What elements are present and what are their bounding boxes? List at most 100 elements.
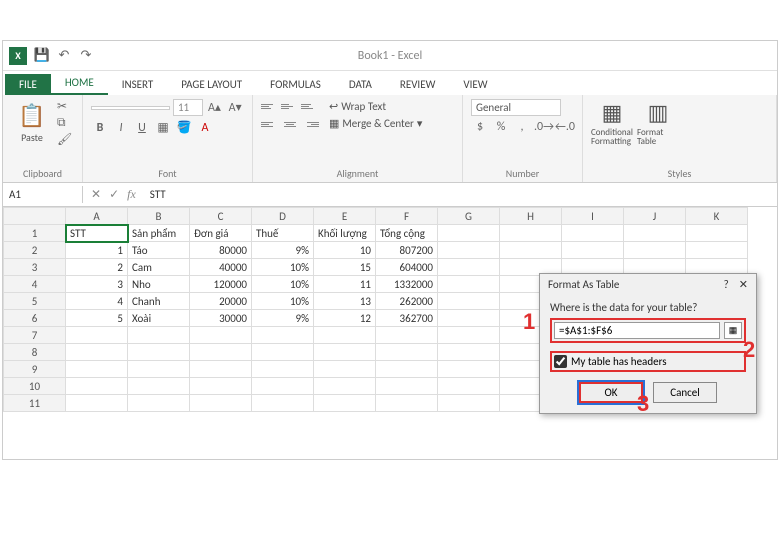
cell[interactable]	[252, 378, 314, 395]
save-icon[interactable]: 💾	[31, 48, 53, 63]
decrease-decimal-icon[interactable]: ←.0	[555, 120, 573, 134]
cell[interactable]	[438, 276, 500, 293]
cell[interactable]	[314, 327, 376, 344]
cell[interactable]: 80000	[190, 242, 252, 259]
align-middle-icon[interactable]	[281, 99, 299, 113]
cell[interactable]	[686, 225, 748, 242]
select-all-corner[interactable]	[4, 208, 66, 225]
fill-color-icon[interactable]: 🪣	[175, 120, 193, 135]
cell[interactable]: 262000	[376, 293, 438, 310]
cell[interactable]	[624, 242, 686, 259]
cell[interactable]	[128, 361, 190, 378]
wrap-text-button[interactable]: ↩Wrap Text	[329, 100, 422, 113]
align-right-icon[interactable]	[301, 117, 319, 131]
cell[interactable]: Thuế	[252, 225, 314, 242]
cell[interactable]	[376, 344, 438, 361]
cell[interactable]: Đơn giá	[190, 225, 252, 242]
font-size-select[interactable]: 11	[173, 99, 203, 116]
tab-formulas[interactable]: FORMULAS	[256, 74, 335, 95]
cell[interactable]: 15	[314, 259, 376, 276]
tab-insert[interactable]: INSERT	[108, 74, 168, 95]
row-header[interactable]: 5	[4, 293, 66, 310]
underline-button[interactable]: U	[133, 121, 151, 135]
cell[interactable]: 1	[66, 242, 128, 259]
table-range-input[interactable]	[554, 322, 720, 339]
col-header[interactable]: A	[66, 208, 128, 225]
increase-font-icon[interactable]: A▴	[206, 100, 224, 115]
align-center-icon[interactable]	[281, 117, 299, 131]
col-header[interactable]: C	[190, 208, 252, 225]
ok-button[interactable]: OK	[579, 382, 643, 403]
cell[interactable]: Cam	[128, 259, 190, 276]
currency-icon[interactable]: $	[471, 120, 489, 134]
cell[interactable]: 12	[314, 310, 376, 327]
cell[interactable]	[562, 225, 624, 242]
cell[interactable]	[190, 344, 252, 361]
redo-icon[interactable]: ↷	[75, 48, 97, 63]
formatpainter-icon[interactable]: 🖌	[57, 132, 72, 147]
tab-view[interactable]: VIEW	[449, 74, 501, 95]
cell[interactable]	[66, 361, 128, 378]
border-icon[interactable]: ▦	[154, 120, 172, 135]
col-header[interactable]: K	[686, 208, 748, 225]
cell[interactable]: Sản phẩm	[128, 225, 190, 242]
headers-checkbox[interactable]	[554, 355, 567, 368]
row-header[interactable]: 8	[4, 344, 66, 361]
comma-icon[interactable]: ,	[513, 120, 531, 134]
cell[interactable]	[376, 327, 438, 344]
cell[interactable]: 40000	[190, 259, 252, 276]
cell[interactable]	[438, 344, 500, 361]
decrease-font-icon[interactable]: A▾	[226, 100, 244, 115]
number-format-select[interactable]: General	[471, 99, 561, 116]
cell[interactable]: 10%	[252, 259, 314, 276]
row-header[interactable]: 7	[4, 327, 66, 344]
font-name-select[interactable]	[91, 106, 170, 110]
cell[interactable]	[438, 242, 500, 259]
cell[interactable]	[190, 378, 252, 395]
font-color-icon[interactable]: A	[196, 121, 214, 135]
undo-icon[interactable]: ↶	[53, 48, 75, 63]
cell[interactable]	[128, 344, 190, 361]
range-picker-icon[interactable]: ▦	[724, 322, 742, 339]
cell[interactable]	[128, 378, 190, 395]
align-top-icon[interactable]	[261, 99, 279, 113]
conditional-formatting-button[interactable]: ▦Conditional Formatting	[591, 99, 633, 146]
col-header[interactable]: I	[562, 208, 624, 225]
copy-icon[interactable]: ⧉	[57, 116, 72, 130]
cell[interactable]: 807200	[376, 242, 438, 259]
tab-data[interactable]: DATA	[335, 74, 386, 95]
paste-button[interactable]: 📋Paste	[11, 102, 53, 144]
cell[interactable]	[314, 361, 376, 378]
cell[interactable]	[438, 395, 500, 412]
cell[interactable]: 1332000	[376, 276, 438, 293]
italic-button[interactable]: I	[112, 121, 130, 135]
cell[interactable]: 4	[66, 293, 128, 310]
col-header[interactable]: B	[128, 208, 190, 225]
cell[interactable]: 9%	[252, 310, 314, 327]
tab-home[interactable]: HOME	[51, 72, 108, 95]
row-header[interactable]: 4	[4, 276, 66, 293]
bold-button[interactable]: B	[91, 121, 109, 135]
cell[interactable]	[252, 327, 314, 344]
enter-formula-icon[interactable]: ✓	[109, 187, 119, 202]
cell[interactable]	[190, 327, 252, 344]
align-left-icon[interactable]	[261, 117, 279, 131]
cell[interactable]	[66, 327, 128, 344]
merge-center-button[interactable]: ▦Merge & Center ▾	[329, 117, 422, 130]
cell[interactable]: Chanh	[128, 293, 190, 310]
row-header[interactable]: 2	[4, 242, 66, 259]
headers-checkbox-row[interactable]: My table has headers	[550, 351, 746, 372]
col-header[interactable]: H	[500, 208, 562, 225]
cell[interactable]: 2	[66, 259, 128, 276]
col-header[interactable]: F	[376, 208, 438, 225]
cell[interactable]	[438, 259, 500, 276]
cell[interactable]	[190, 395, 252, 412]
cell[interactable]: 10%	[252, 276, 314, 293]
col-header[interactable]: E	[314, 208, 376, 225]
row-header[interactable]: 11	[4, 395, 66, 412]
cell[interactable]	[438, 225, 500, 242]
cell[interactable]	[314, 378, 376, 395]
cell[interactable]: 20000	[190, 293, 252, 310]
formula-input[interactable]: STT	[144, 186, 777, 203]
cell[interactable]: Tổng cộng	[376, 225, 438, 242]
